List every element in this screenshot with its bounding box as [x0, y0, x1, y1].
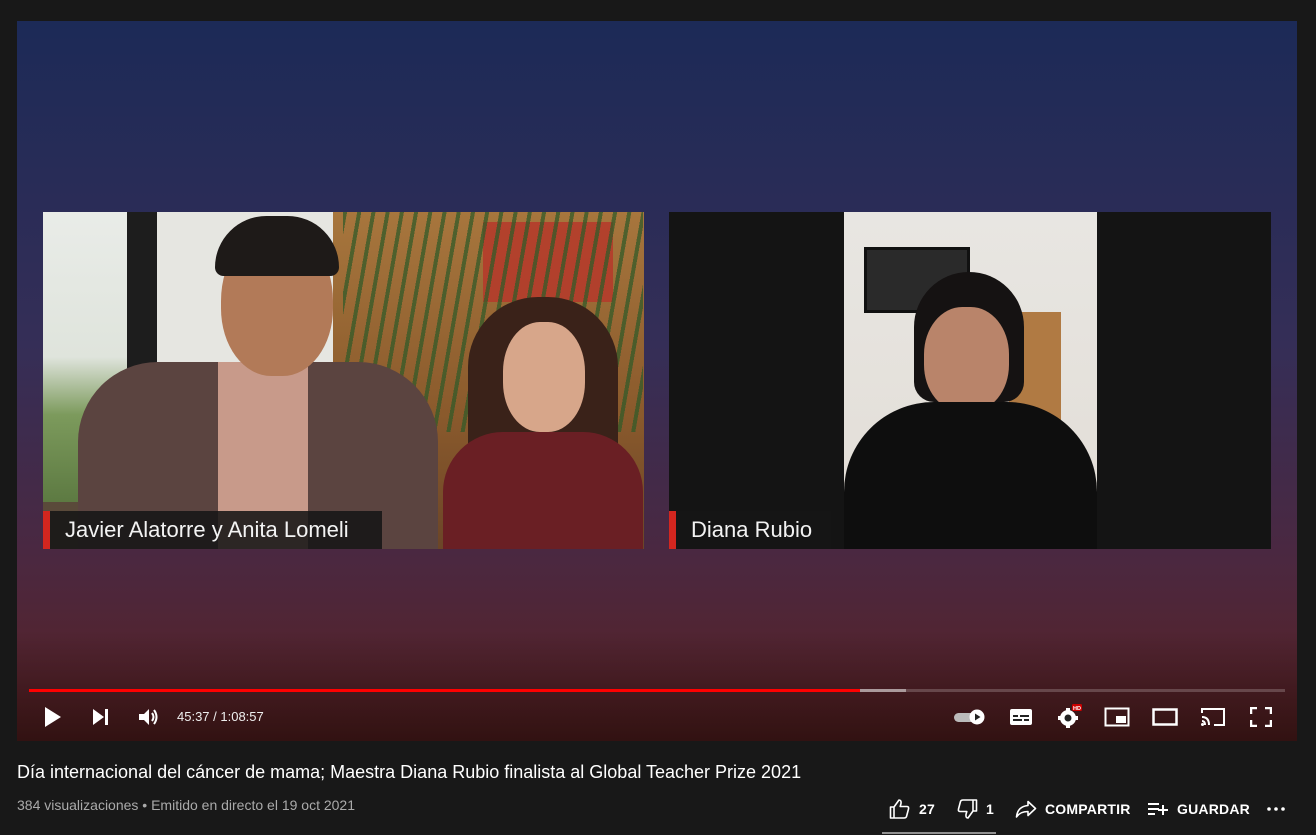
presenter-woman-body — [443, 432, 643, 549]
settings-icon: HD — [1058, 704, 1082, 728]
fullscreen-icon — [1250, 707, 1272, 727]
theater-mode-button[interactable] — [1149, 697, 1181, 737]
guest-body — [844, 402, 1097, 549]
volume-icon — [139, 709, 158, 725]
autoplay-toggle[interactable] — [951, 697, 989, 737]
like-count: 27 — [919, 801, 935, 817]
thumbs-up-icon — [889, 799, 910, 819]
settings-button[interactable]: HD — [1053, 697, 1085, 737]
like-ratio-bar — [882, 832, 996, 834]
fullscreen-button[interactable] — [1245, 697, 1277, 737]
name-caption-right: Diana Rubio — [669, 511, 831, 549]
video-player[interactable]: Javier Alatorre y Anita Lomeli Diana Rub… — [17, 21, 1297, 741]
next-icon — [93, 709, 108, 725]
meta-separator: • — [142, 797, 148, 813]
miniplayer-icon — [1104, 707, 1130, 727]
theater-mode-icon — [1152, 708, 1178, 726]
video-feed-left: Javier Alatorre y Anita Lomeli — [43, 212, 644, 549]
presenter-woman-face — [503, 322, 585, 432]
save-button[interactable]: GUARDAR — [1147, 795, 1250, 823]
caption-name-right: Diana Rubio — [691, 517, 813, 542]
dislike-count: 1 — [986, 801, 994, 817]
save-label: GUARDAR — [1177, 801, 1250, 817]
autoplay-toggle-icon — [954, 709, 985, 725]
cast-icon — [1201, 708, 1225, 726]
progress-bar[interactable] — [29, 689, 1285, 692]
like-button[interactable]: 27 — [889, 795, 935, 823]
broadcast-date: Emitido en directo el 19 oct 2021 — [151, 797, 355, 813]
settings-badge: HD — [1073, 706, 1081, 712]
video-feed-right: Diana Rubio — [669, 212, 1271, 549]
progress-played — [29, 689, 861, 692]
dislike-button[interactable]: 1 — [957, 795, 994, 823]
caption-accent-bar — [43, 511, 50, 549]
miniplayer-button[interactable] — [1101, 697, 1133, 737]
video-meta: 384 visualizaciones • Emitido en directo… — [17, 797, 355, 813]
more-horizontal-icon — [1267, 807, 1285, 811]
guest-face — [924, 307, 1009, 412]
cast-button[interactable] — [1197, 697, 1229, 737]
player-controls: 45:37 / 1:08:57 HD — [17, 697, 1297, 737]
caption-name-left: Javier Alatorre y Anita Lomeli — [65, 517, 349, 542]
window-frame — [127, 212, 157, 382]
add-to-playlist-icon — [1148, 803, 1168, 815]
more-actions-button[interactable] — [1266, 795, 1286, 823]
subtitles-icon — [1010, 709, 1032, 725]
video-title: Día internacional del cáncer de mama; Ma… — [17, 762, 802, 782]
share-label: COMPARTIR — [1045, 801, 1131, 817]
caption-accent-bar — [669, 511, 676, 549]
subtitles-button[interactable] — [1005, 697, 1037, 737]
share-icon — [1015, 800, 1037, 818]
next-button[interactable] — [85, 697, 117, 737]
thumbs-down-icon — [957, 799, 978, 819]
play-icon — [45, 707, 61, 727]
mute-button[interactable] — [133, 697, 165, 737]
time-display: 45:37 / 1:08:57 — [177, 709, 264, 724]
view-count: 384 visualizaciones — [17, 797, 139, 813]
share-button[interactable]: COMPARTIR — [1015, 795, 1131, 823]
name-caption-left: Javier Alatorre y Anita Lomeli — [43, 511, 382, 549]
play-button[interactable] — [37, 697, 69, 737]
